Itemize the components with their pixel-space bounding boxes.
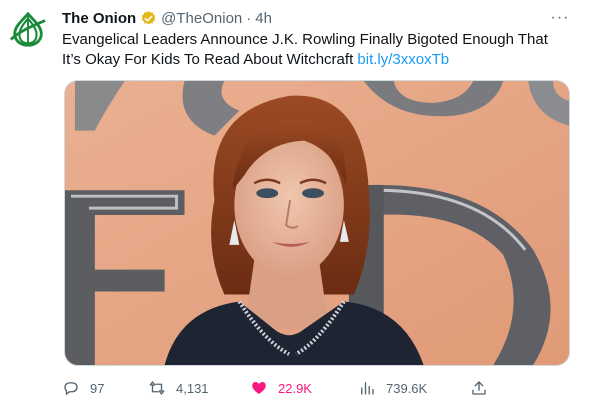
- retweet-button[interactable]: 4,131: [148, 376, 209, 400]
- share-icon: [472, 381, 486, 395]
- tweet-timestamp[interactable]: 4h: [255, 10, 272, 27]
- reply-count: 97: [90, 380, 105, 396]
- tweet-card[interactable]: The Onion @TheOnion · 4h ··· Evangelical…: [0, 0, 589, 409]
- verified-gold-badge-icon[interactable]: [140, 10, 157, 27]
- like-count: 22.9K: [278, 380, 312, 396]
- photo-portrait: [65, 81, 569, 365]
- reply-icon: [64, 382, 78, 396]
- share-button[interactable]: [470, 376, 488, 400]
- tweet-photo[interactable]: [64, 80, 570, 366]
- views-button[interactable]: 739.6K: [358, 376, 427, 400]
- tweet-body: Evangelical Leaders Announce J.K. Rowlin…: [62, 31, 548, 68]
- analytics-icon: [361, 382, 374, 395]
- retweet-icon: [149, 381, 165, 395]
- tweet-link[interactable]: bit.ly/3xxoxTb: [357, 51, 449, 68]
- views-count: 739.6K: [386, 380, 428, 396]
- like-button[interactable]: 22.9K: [250, 376, 312, 400]
- separator-dot: ·: [246, 9, 252, 27]
- tweet-header: The Onion @TheOnion · 4h: [62, 8, 272, 28]
- avatar[interactable]: [8, 10, 48, 50]
- account-name[interactable]: The Onion: [62, 10, 136, 27]
- onion-logo-icon: [9, 11, 46, 47]
- more-horizontal-icon[interactable]: ···: [549, 8, 571, 28]
- heart-filled-icon: [252, 382, 266, 394]
- retweet-count: 4,131: [176, 380, 209, 396]
- tweet-text: Evangelical Leaders Announce J.K. Rowlin…: [62, 30, 567, 70]
- reply-button[interactable]: 97: [62, 376, 104, 400]
- tweet-actions: 97 4,131 22.9K 739.6K: [62, 376, 522, 400]
- account-handle[interactable]: @TheOnion: [161, 10, 242, 27]
